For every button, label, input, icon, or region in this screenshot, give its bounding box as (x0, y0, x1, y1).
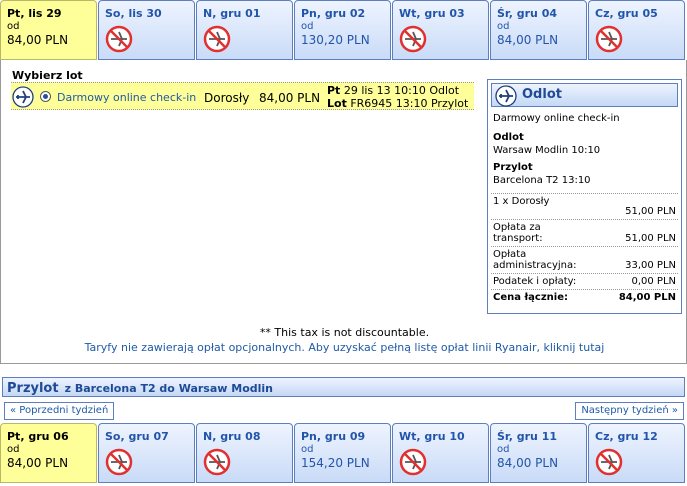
day-name: Śr, gru 11 (497, 430, 558, 443)
day-label: Pt (327, 84, 341, 97)
day-tab[interactable]: So, gru 07 (98, 423, 195, 483)
previous-week-button[interactable]: « Poprzedni tydzień (4, 402, 115, 420)
day-name: Pt, lis 29 (7, 7, 62, 20)
day-name: Cz, gru 12 (595, 430, 658, 443)
arrival-label: Przylot (493, 162, 533, 173)
checkin-link[interactable]: Darmowy online check-in (57, 91, 196, 104)
day-name: Pn, gru 02 (301, 7, 366, 20)
day-tab[interactable]: Wt, gru 10 (392, 423, 489, 483)
cost-value: 51,00 PLN (625, 206, 676, 217)
cost-row: Podatek i opłaty: 0,00 PLN (491, 273, 678, 289)
day-tab[interactable]: Cz, gru 12 (588, 423, 685, 483)
day-name: Wt, gru 10 (399, 430, 465, 443)
day-tab[interactable]: Pt, lis 29 od 84,00 PLN (0, 0, 97, 60)
no-flight-icon (595, 448, 623, 476)
flight-details: Pt 29 lis 13 10:10 Odlot Lot FR6945 13:1… (327, 84, 468, 110)
cost-value: 33,00 PLN (625, 260, 676, 271)
no-flight-icon (399, 448, 427, 476)
return-title: Przylot (7, 381, 59, 396)
cost-label: Opłata za transport: (493, 222, 543, 244)
arrival-value: Barcelona T2 13:10 (493, 175, 591, 186)
day-tab[interactable]: Pn, gru 09 od 154,20 PLN (294, 423, 391, 483)
price-from-label: od (301, 444, 314, 455)
passenger-type: Dorosły (204, 91, 250, 105)
cost-row: 1 x Dorosły 51,00 PLN (491, 193, 678, 219)
cost-value: 51,00 PLN (625, 233, 676, 244)
day-price: 130,20 PLN (301, 33, 370, 47)
tariff-link[interactable]: Taryfy nie zawierają opłat opcjonalnych.… (1, 341, 687, 354)
cost-label: Opłata administracyjna: (493, 249, 577, 271)
cost-row: Opłata za transport: 51,00 PLN (491, 219, 678, 246)
day-price: 84,00 PLN (497, 456, 559, 470)
day-name: So, lis 30 (105, 7, 162, 20)
no-flight-icon (203, 25, 231, 53)
price-from-label: od (7, 21, 20, 32)
return-header: Przylot z Barcelona T2 do Warsaw Modlin (2, 377, 685, 397)
next-week-button[interactable]: Następny tydzień » (575, 402, 684, 420)
cost-breakdown: 1 x Dorosły 51,00 PLN Opłata za transport:… (491, 193, 678, 305)
day-tab[interactable]: Pt, gru 06 od 84,00 PLN (0, 423, 97, 483)
day-tab[interactable]: N, gru 08 (196, 423, 293, 483)
no-flight-icon (105, 25, 133, 53)
price-from-label: od (497, 444, 510, 455)
cost-label: Podatek i opłaty: (493, 276, 577, 287)
flight-price: 84,00 PLN (259, 91, 321, 105)
flight-number-arrival: FR6945 13:10 Przylot (350, 97, 469, 110)
price-from-label: od (301, 21, 314, 32)
cost-value: 84,00 PLN (618, 292, 676, 303)
day-price: 84,00 PLN (7, 456, 69, 470)
day-name: N, gru 01 (203, 7, 261, 20)
day-price: 84,00 PLN (497, 33, 559, 47)
no-flight-icon (399, 25, 427, 53)
price-from-label: od (7, 444, 20, 455)
day-tab[interactable]: N, gru 01 (196, 0, 293, 60)
day-name: N, gru 08 (203, 430, 261, 443)
outbound-day-tabs: Pt, lis 29 od 84,00 PLN So, lis 30 N, gru 01… (0, 0, 687, 60)
flight-row[interactable]: Darmowy online check-in Dorosły 84,00 PL… (11, 82, 474, 110)
price-from-label: od (497, 21, 510, 32)
no-flight-icon (595, 25, 623, 53)
cost-row: Cena łącznie: 84,00 PLN (491, 289, 678, 305)
plane-icon (12, 86, 34, 108)
cost-value: 0,00 PLN (631, 276, 676, 287)
day-name: Śr, gru 04 (497, 7, 558, 20)
departure-value: Warsaw Modlin 10:10 (493, 145, 601, 156)
no-flight-icon (203, 448, 231, 476)
day-tab[interactable]: Cz, gru 05 (588, 0, 685, 60)
choose-flight-title: Wybierz lot (12, 69, 83, 82)
return-route: z Barcelona T2 do Warsaw Modlin (64, 382, 273, 395)
departure-datetime: 29 lis 13 10:10 Odlot (343, 84, 460, 97)
day-name: Pn, gru 09 (301, 430, 366, 443)
tax-note: ** This tax is not discountable. (259, 326, 430, 339)
flight-label: Lot (327, 97, 347, 110)
summary-title: Odlot (522, 87, 562, 102)
day-tab[interactable]: Śr, gru 11 od 84,00 PLN (490, 423, 587, 483)
price-summary: Odlot Darmowy online check-in Odlot Wars… (487, 79, 682, 314)
summary-checkin: Darmowy online check-in (493, 113, 620, 124)
day-name: So, gru 07 (105, 430, 169, 443)
cost-row: Opłata administracyjna: 33,00 PLN (491, 246, 678, 273)
plane-icon (495, 85, 517, 107)
day-name: Wt, gru 03 (399, 7, 465, 20)
day-name: Pt, gru 06 (7, 430, 69, 443)
day-name: Cz, gru 05 (595, 7, 658, 20)
day-tab[interactable]: Śr, gru 04 od 84,00 PLN (490, 0, 587, 60)
departure-label: Odlot (493, 132, 524, 143)
return-day-tabs: Pt, gru 06 od 84,00 PLN So, gru 07 N, gru 08… (0, 423, 687, 483)
day-tab[interactable]: So, lis 30 (98, 0, 195, 60)
summary-header: Odlot (491, 83, 678, 107)
day-tab[interactable]: Wt, gru 03 (392, 0, 489, 60)
flight-radio[interactable] (40, 91, 51, 102)
flight-panel: Wybierz lot Darmowy online check-in Doro… (0, 60, 687, 364)
no-flight-icon (105, 448, 133, 476)
day-tab[interactable]: Pn, gru 02 od 130,20 PLN (294, 0, 391, 60)
day-price: 84,00 PLN (7, 33, 69, 47)
cost-label: Cena łącznie: (493, 292, 569, 303)
cost-label: 1 x Dorosły (493, 196, 550, 207)
day-price: 154,20 PLN (301, 456, 370, 470)
